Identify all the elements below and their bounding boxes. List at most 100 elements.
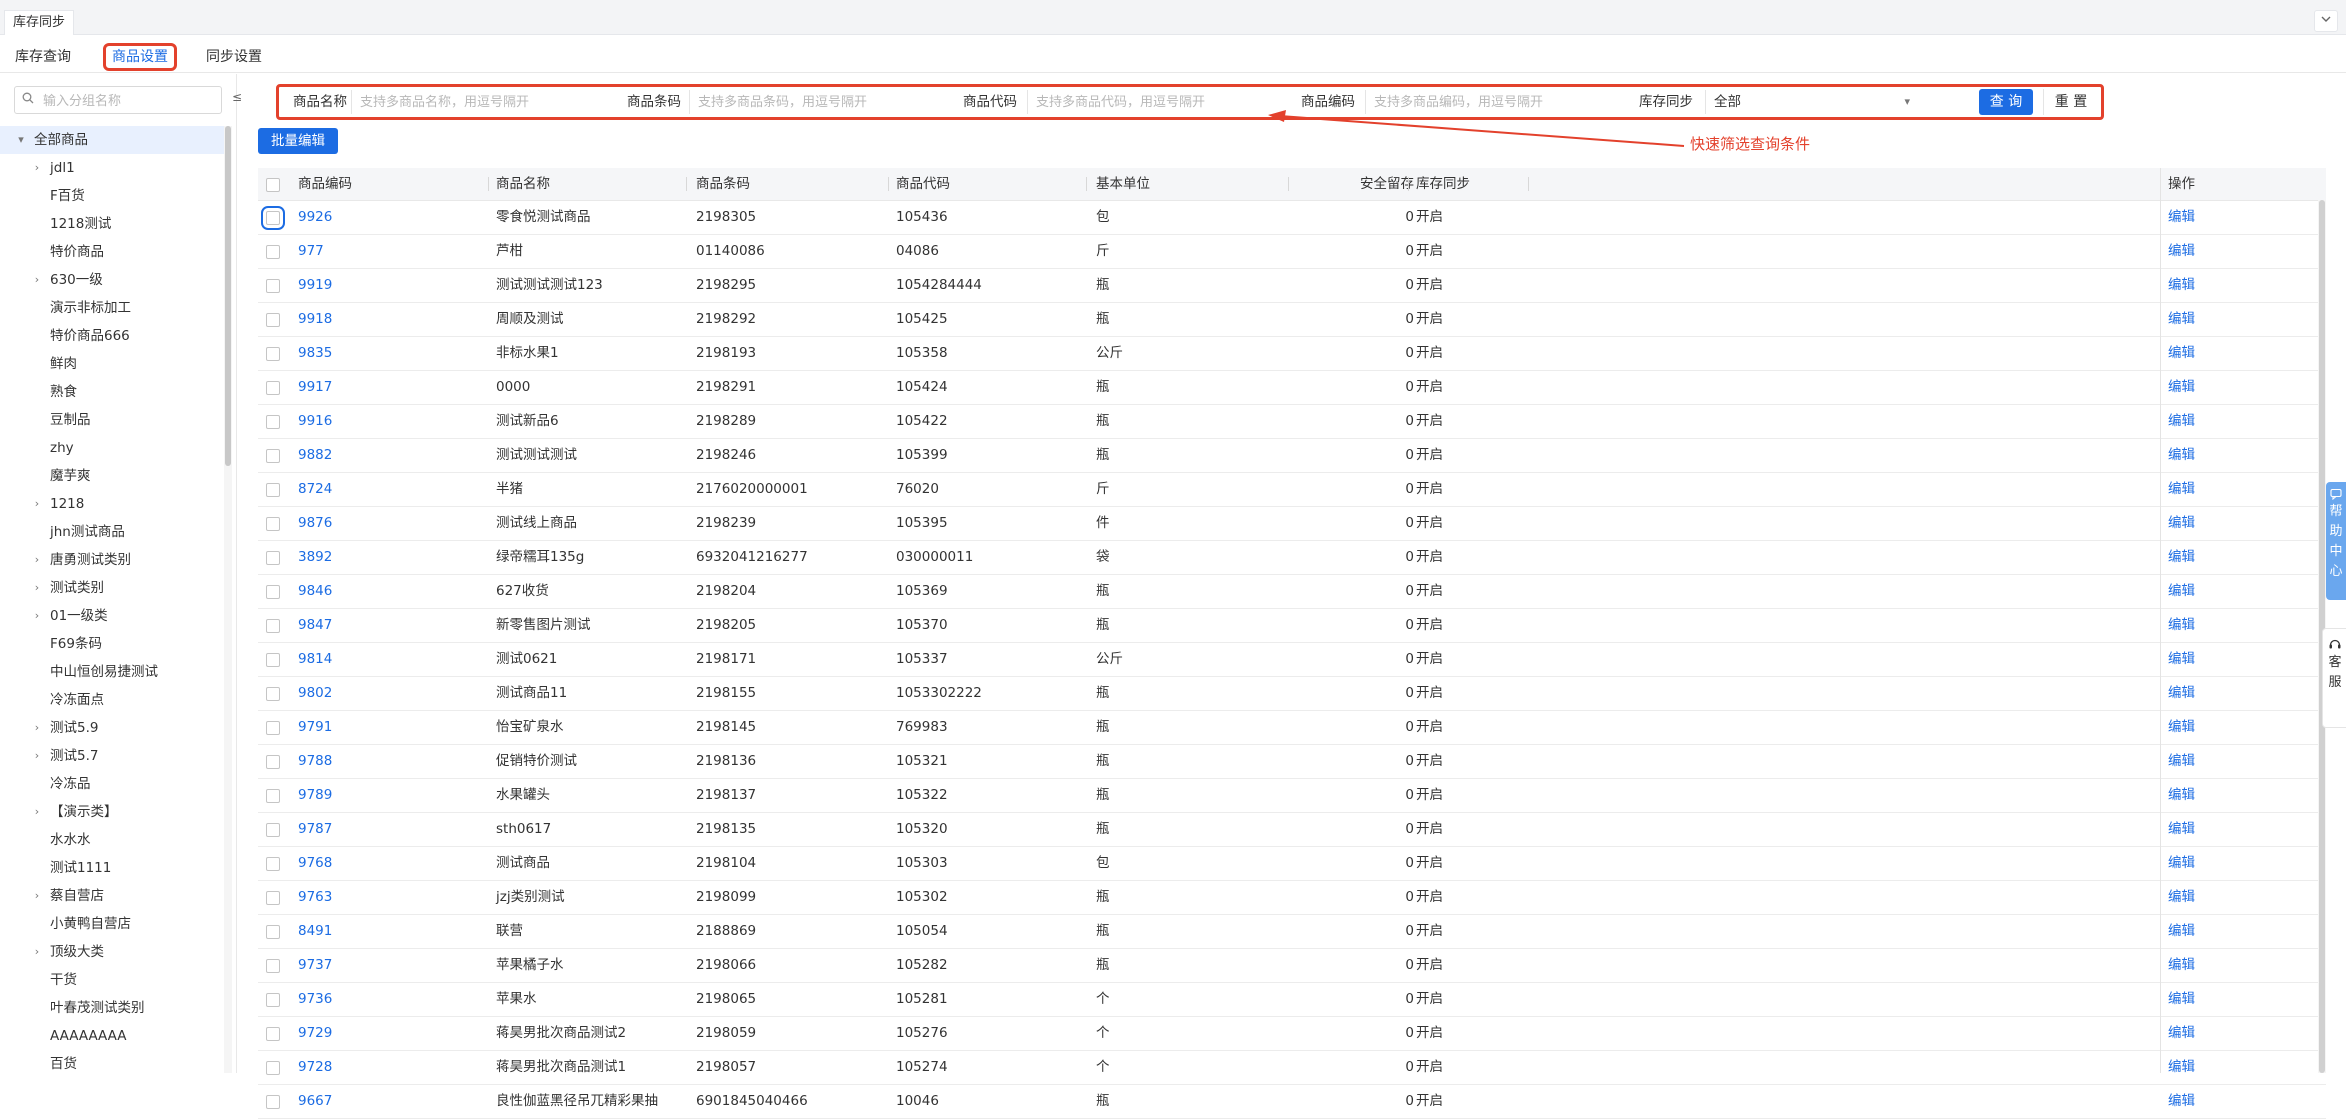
- column-header-safety-stock[interactable]: 安全留存: [1344, 168, 1414, 200]
- table-row[interactable]: 9918 周顺及测试 2198292 105425 瓶 0 开启 编辑: [258, 303, 2326, 337]
- tree-node[interactable]: 百货: [0, 1050, 226, 1078]
- tree-node[interactable]: › 顶级大类: [0, 938, 226, 966]
- row-checkbox[interactable]: [266, 687, 280, 701]
- row-checkbox[interactable]: [266, 789, 280, 803]
- edit-link[interactable]: 编辑: [2168, 405, 2195, 438]
- row-checkbox[interactable]: [266, 551, 280, 565]
- barcode-input[interactable]: [689, 90, 922, 114]
- edit-link[interactable]: 编辑: [2168, 609, 2195, 642]
- row-checkbox[interactable]: [266, 1027, 280, 1041]
- batch-edit-button[interactable]: 批量编辑: [258, 128, 338, 154]
- product-number-cell[interactable]: 9768: [298, 847, 332, 880]
- chevron-right-icon[interactable]: ›: [30, 798, 44, 826]
- tree-node[interactable]: 干货: [0, 966, 226, 994]
- tree-node[interactable]: 特价商品: [0, 238, 226, 266]
- sidebar-collapse-toggle[interactable]: ≤: [232, 90, 242, 104]
- product-number-cell[interactable]: 8491: [298, 915, 332, 948]
- table-row[interactable]: 9768 测试商品 2198104 105303 包 0 开启 编辑: [258, 847, 2326, 881]
- tree-node-all-products[interactable]: ▾ 全部商品: [0, 126, 226, 154]
- chevron-right-icon[interactable]: ›: [30, 882, 44, 910]
- tree-node[interactable]: 叶春茂测试类别: [0, 994, 226, 1022]
- chevron-right-icon[interactable]: ›: [30, 154, 44, 182]
- tree-node[interactable]: › 1218: [0, 490, 226, 518]
- table-row[interactable]: 8491 联营 2188869 105054 瓶 0 开启 编辑: [258, 915, 2326, 949]
- product-number-cell[interactable]: 9728: [298, 1051, 332, 1084]
- product-number-cell[interactable]: 9737: [298, 949, 332, 982]
- tree-node[interactable]: 小黄鸭自营店: [0, 910, 226, 938]
- tree-node[interactable]: 水水水: [0, 826, 226, 854]
- table-row[interactable]: 9789 水果罐头 2198137 105322 瓶 0 开启 编辑: [258, 779, 2326, 813]
- product-name-input[interactable]: [351, 90, 584, 114]
- tree-node[interactable]: zhy: [0, 434, 226, 462]
- tab-product-settings[interactable]: 商品设置: [103, 43, 177, 71]
- edit-link[interactable]: 编辑: [2168, 711, 2195, 744]
- edit-link[interactable]: 编辑: [2168, 1051, 2195, 1084]
- chevron-right-icon[interactable]: ›: [30, 742, 44, 770]
- table-row[interactable]: 9882 测试测试测试 2198246 105399 瓶 0 开启 编辑: [258, 439, 2326, 473]
- tree-node[interactable]: 熟食: [0, 378, 226, 406]
- product-number-cell[interactable]: 9729: [298, 1017, 332, 1050]
- product-number-cell[interactable]: 9882: [298, 439, 332, 472]
- product-number-cell[interactable]: 3892: [298, 541, 332, 574]
- row-checkbox[interactable]: [266, 483, 280, 497]
- table-row[interactable]: 9737 苹果橘子水 2198066 105282 瓶 0 开启 编辑: [258, 949, 2326, 983]
- edit-link[interactable]: 编辑: [2168, 949, 2195, 982]
- product-number-cell[interactable]: 9736: [298, 983, 332, 1016]
- tree-node[interactable]: 魔芋爽: [0, 462, 226, 490]
- tree-node[interactable]: › 【演示类】: [0, 798, 226, 826]
- tree-node[interactable]: 鲜肉: [0, 350, 226, 378]
- product-number-cell[interactable]: 9926: [298, 201, 332, 234]
- table-row[interactable]: 9814 测试0621 2198171 105337 公斤 0 开启 编辑: [258, 643, 2326, 677]
- product-number-cell[interactable]: 9787: [298, 813, 332, 846]
- tree-node[interactable]: › 630一级: [0, 266, 226, 294]
- edit-link[interactable]: 编辑: [2168, 473, 2195, 506]
- table-row[interactable]: 9916 测试新品6 2198289 105422 瓶 0 开启 编辑: [258, 405, 2326, 439]
- row-checkbox[interactable]: [266, 823, 280, 837]
- product-number-cell[interactable]: 9916: [298, 405, 332, 438]
- column-header-product-name[interactable]: 商品名称: [496, 168, 550, 200]
- tree-node[interactable]: 演示非标加工: [0, 294, 226, 322]
- table-row[interactable]: 9846 627收货 2198204 105369 瓶 0 开启 编辑: [258, 575, 2326, 609]
- chevron-right-icon[interactable]: ›: [30, 574, 44, 602]
- chevron-right-icon[interactable]: ›: [30, 602, 44, 630]
- row-checkbox[interactable]: [266, 347, 280, 361]
- edit-link[interactable]: 编辑: [2168, 1085, 2195, 1118]
- sidebar-scrollbar[interactable]: [224, 126, 232, 1073]
- table-row[interactable]: 3892 绿帝糯耳135g 6932041216277 030000011 袋 0 开启 编辑: [258, 541, 2326, 575]
- tree-node[interactable]: 豆制品: [0, 406, 226, 434]
- chevron-down-icon[interactable]: ▾: [14, 126, 28, 154]
- table-row[interactable]: 9926 零食悦测试商品 2198305 105436 包 0 开启 编辑: [258, 201, 2326, 235]
- chevron-right-icon[interactable]: ›: [30, 490, 44, 518]
- column-header-inventory-sync[interactable]: 库存同步: [1416, 168, 1470, 200]
- table-row[interactable]: 9876 测试线上商品 2198239 105395 件 0 开启 编辑: [258, 507, 2326, 541]
- edit-link[interactable]: 编辑: [2168, 541, 2195, 574]
- inventory-sync-select[interactable]: 全部 ▾: [1705, 90, 1922, 114]
- product-number-cell[interactable]: 977: [298, 235, 324, 268]
- tree-node[interactable]: 1218测试: [0, 210, 226, 238]
- edit-link[interactable]: 编辑: [2168, 507, 2195, 540]
- edit-link[interactable]: 编辑: [2168, 643, 2195, 676]
- product-number-cell[interactable]: 9917: [298, 371, 332, 404]
- table-row[interactable]: 9791 怡宝矿泉水 2198145 769983 瓶 0 开启 编辑: [258, 711, 2326, 745]
- table-row[interactable]: 9835 非标水果1 2198193 105358 公斤 0 开启 编辑: [258, 337, 2326, 371]
- product-number-cell[interactable]: 9835: [298, 337, 332, 370]
- product-number-cell[interactable]: 9847: [298, 609, 332, 642]
- tree-node[interactable]: › 测试类别: [0, 574, 226, 602]
- tree-node[interactable]: › 测试5.7: [0, 742, 226, 770]
- column-header-barcode[interactable]: 商品条码: [696, 168, 750, 200]
- product-number-cell[interactable]: 9918: [298, 303, 332, 336]
- customer-service-button[interactable]: 客服: [2322, 628, 2346, 728]
- tree-node[interactable]: 中山恒创易捷测试: [0, 658, 226, 686]
- tree-node[interactable]: F百货: [0, 182, 226, 210]
- table-row[interactable]: 9728 蒋昊男批次商品测试1 2198057 105274 个 0 开启 编辑: [258, 1051, 2326, 1085]
- table-row[interactable]: 9667 良性伽蓝黑径吊兀精彩果抽 6901845040466 10046 瓶 0 开启 编辑: [258, 1085, 2326, 1119]
- tree-node[interactable]: › 01一级类: [0, 602, 226, 630]
- table-row[interactable]: 9919 测试测试测试123 2198295 1054284444 瓶 0 开启 编辑: [258, 269, 2326, 303]
- query-button[interactable]: 查 询: [1979, 89, 2033, 115]
- product-code-input[interactable]: [1027, 90, 1260, 114]
- product-number-cell[interactable]: 9846: [298, 575, 332, 608]
- table-row[interactable]: 9802 测试商品11 2198155 1053302222 瓶 0 开启 编辑: [258, 677, 2326, 711]
- tree-node[interactable]: 特价商品666: [0, 322, 226, 350]
- product-number-cell[interactable]: 9791: [298, 711, 332, 744]
- row-checkbox[interactable]: [266, 415, 280, 429]
